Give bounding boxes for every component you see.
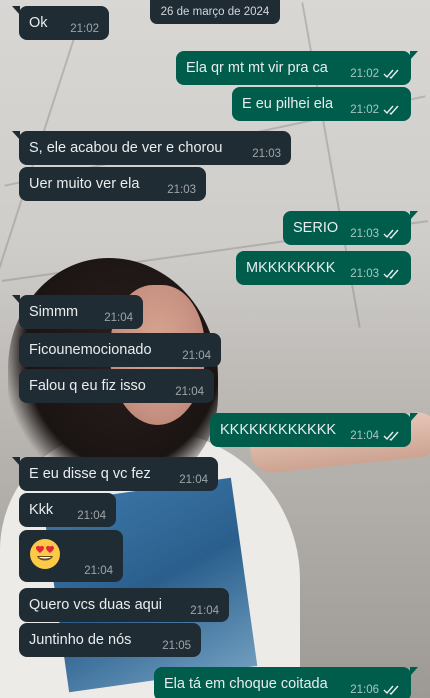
message-bubble-incoming-emoji[interactable]: 21:04 xyxy=(19,530,123,582)
message-time: 21:04 xyxy=(350,430,379,442)
message-time: 21:02 xyxy=(70,23,99,35)
message-bubble-outgoing[interactable]: KKKKKKKKKKKK 21:04 xyxy=(210,413,418,447)
message-text: Falou q eu fiz isso xyxy=(29,378,146,394)
message-bubble-incoming[interactable]: Quero vcs duas aqui 21:04 xyxy=(19,588,229,622)
message-text: SERIO xyxy=(293,220,339,236)
double-check-read-icon xyxy=(383,269,399,279)
message-time: 21:02 xyxy=(350,104,379,116)
message-bubble-incoming[interactable]: Uer muito ver ela 21:03 xyxy=(19,167,206,201)
message-time: 21:04 xyxy=(182,350,211,362)
heart-eyes-emoji-icon xyxy=(30,539,60,569)
double-check-read-icon xyxy=(383,69,399,79)
message-bubble-outgoing[interactable]: MKKKKKKKK 21:03 xyxy=(236,251,411,285)
message-time: 21:04 xyxy=(77,510,106,522)
message-bubble-incoming[interactable]: Kkk 21:04 xyxy=(19,493,116,527)
message-text: MKKKKKKKK xyxy=(246,260,336,276)
message-text: E eu pilhei ela xyxy=(242,96,334,112)
message-text: Ficounemocionado xyxy=(29,342,152,358)
message-bubble-incoming[interactable]: Juntinho de nós 21:05 xyxy=(19,623,201,657)
message-bubble-incoming[interactable]: Ficounemocionado 21:04 xyxy=(19,333,221,367)
message-text: Kkk xyxy=(29,502,54,518)
message-bubble-outgoing[interactable]: E eu pilhei ela 21:02 xyxy=(232,87,411,121)
message-bubble-incoming[interactable]: Falou q eu fiz isso 21:04 xyxy=(19,369,214,403)
message-text: Ok xyxy=(29,15,48,31)
message-text: Simmm xyxy=(29,304,79,320)
message-time: 21:03 xyxy=(252,148,281,160)
message-text: Ela qr mt mt vir pra ca xyxy=(186,60,328,76)
message-text: Quero vcs duas aqui xyxy=(29,597,162,613)
message-bubble-incoming[interactable]: S, ele acabou de ver e chorou 21:03 xyxy=(12,131,291,165)
message-text: Ela tá em choque coitada xyxy=(164,676,328,692)
message-time: 21:02 xyxy=(350,68,379,80)
double-check-read-icon xyxy=(383,105,399,115)
message-bubble-incoming[interactable]: Ok 21:02 xyxy=(12,6,109,40)
message-time: 21:03 xyxy=(167,184,196,196)
message-bubble-incoming[interactable]: Simmm 21:04 xyxy=(12,295,143,329)
message-time: 21:04 xyxy=(179,474,208,486)
message-text: S, ele acabou de ver e chorou xyxy=(29,140,223,156)
message-time: 21:05 xyxy=(162,640,191,652)
message-text: Juntinho de nós xyxy=(29,632,132,648)
message-time: 21:03 xyxy=(350,268,379,280)
double-check-read-icon xyxy=(383,685,399,695)
double-check-read-icon xyxy=(383,229,399,239)
double-check-read-icon xyxy=(383,431,399,441)
date-chip: 26 de março de 2024 xyxy=(150,0,280,24)
message-text: E eu disse q vc fez xyxy=(29,466,151,482)
message-time: 21:04 xyxy=(104,312,133,324)
message-time: 21:03 xyxy=(350,228,379,240)
message-time: 21:04 xyxy=(84,565,113,577)
message-time: 21:04 xyxy=(175,386,204,398)
message-time: 21:04 xyxy=(190,605,219,617)
message-text: KKKKKKKKKKKK xyxy=(220,422,337,438)
message-bubble-outgoing[interactable]: SERIO 21:03 xyxy=(283,211,418,245)
message-bubble-incoming[interactable]: E eu disse q vc fez 21:04 xyxy=(12,457,218,491)
message-bubble-outgoing[interactable]: Ela tá em choque coitada 21:06 xyxy=(154,667,418,698)
message-text: Uer muito ver ela xyxy=(29,176,140,192)
message-time: 21:06 xyxy=(350,684,379,696)
message-bubble-outgoing[interactable]: Ela qr mt mt vir pra ca 21:02 xyxy=(176,51,418,85)
